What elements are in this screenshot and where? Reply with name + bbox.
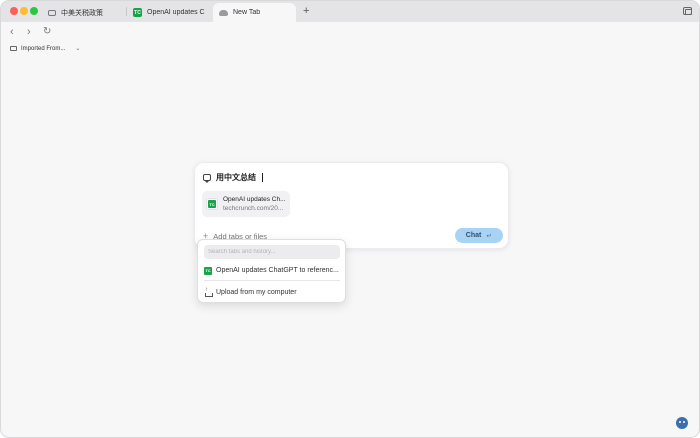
bookmark-label: Imported From... xyxy=(21,45,66,52)
tab-new-tab[interactable]: New Tab xyxy=(213,3,296,22)
close-window-button[interactable] xyxy=(10,7,18,15)
tab-chinese-tariff[interactable]: 中美关税政策 xyxy=(42,3,125,22)
text-caret xyxy=(262,173,263,182)
divider xyxy=(204,280,340,281)
tab-label: New Tab xyxy=(233,9,261,16)
bookmark-imported-folder[interactable]: Imported From... ⌄ xyxy=(10,45,80,52)
dropdown-item-upload[interactable]: Upload from my computer xyxy=(204,286,340,299)
add-tabs-dropdown: TC OpenAI updates ChatGPT to referenc...… xyxy=(197,239,346,303)
reload-icon[interactable]: ↻ xyxy=(43,25,51,39)
browser-window: 中美关税政策 TC OpenAI updates ChatG New Tab +… xyxy=(0,0,700,438)
attachment-title: OpenAI updates Ch... xyxy=(223,196,286,203)
dropdown-item-openai-tab[interactable]: TC OpenAI updates ChatGPT to referenc... xyxy=(204,264,340,277)
dropdown-item-label: OpenAI updates ChatGPT to referenc... xyxy=(216,267,339,274)
chat-button-label: Chat xyxy=(465,232,482,239)
dropdown-item-label: Upload from my computer xyxy=(216,289,297,296)
techcrunch-icon: TC xyxy=(133,8,142,17)
folder-icon xyxy=(10,46,17,51)
enter-key-icon: ↵ xyxy=(486,232,493,240)
tab-strip: 中美关税政策 TC OpenAI updates ChatG New Tab + xyxy=(1,1,699,22)
minimize-window-button[interactable] xyxy=(20,7,28,15)
back-icon[interactable]: ‹ xyxy=(10,25,14,39)
attachment-url: techcrunch.com/20... xyxy=(223,205,284,212)
techcrunch-icon: TC xyxy=(204,266,212,275)
tab-label: OpenAI updates ChatG xyxy=(147,9,205,16)
new-tab-button[interactable]: + xyxy=(303,5,309,17)
chevron-down-icon: ⌄ xyxy=(75,46,81,52)
assistant-icon[interactable] xyxy=(676,417,688,429)
tab-overview-icon[interactable] xyxy=(683,7,692,15)
attached-tab-chip[interactable]: TC OpenAI updates Ch... techcrunch.com/2… xyxy=(202,191,290,217)
cloud-icon xyxy=(219,9,228,16)
chat-button[interactable]: Chat ↵ xyxy=(455,228,503,243)
tab-label: 中美关税政策 xyxy=(61,9,103,17)
search-tabs-input[interactable] xyxy=(204,245,340,259)
chat-bubble-icon xyxy=(48,9,56,16)
tab-openai-updates[interactable]: TC OpenAI updates ChatG xyxy=(127,3,211,22)
forward-icon[interactable]: › xyxy=(27,25,31,39)
zoom-window-button[interactable] xyxy=(30,7,38,15)
prompt-text: 用中文总结 xyxy=(216,173,256,182)
techcrunch-icon: TC xyxy=(206,198,218,210)
chat-bubble-icon xyxy=(203,174,211,183)
chat-composer-card: 用中文总结 TC OpenAI updates Ch... techcrunch… xyxy=(194,162,509,249)
prompt-input[interactable]: 用中文总结 xyxy=(203,172,263,183)
upload-icon xyxy=(204,287,213,297)
